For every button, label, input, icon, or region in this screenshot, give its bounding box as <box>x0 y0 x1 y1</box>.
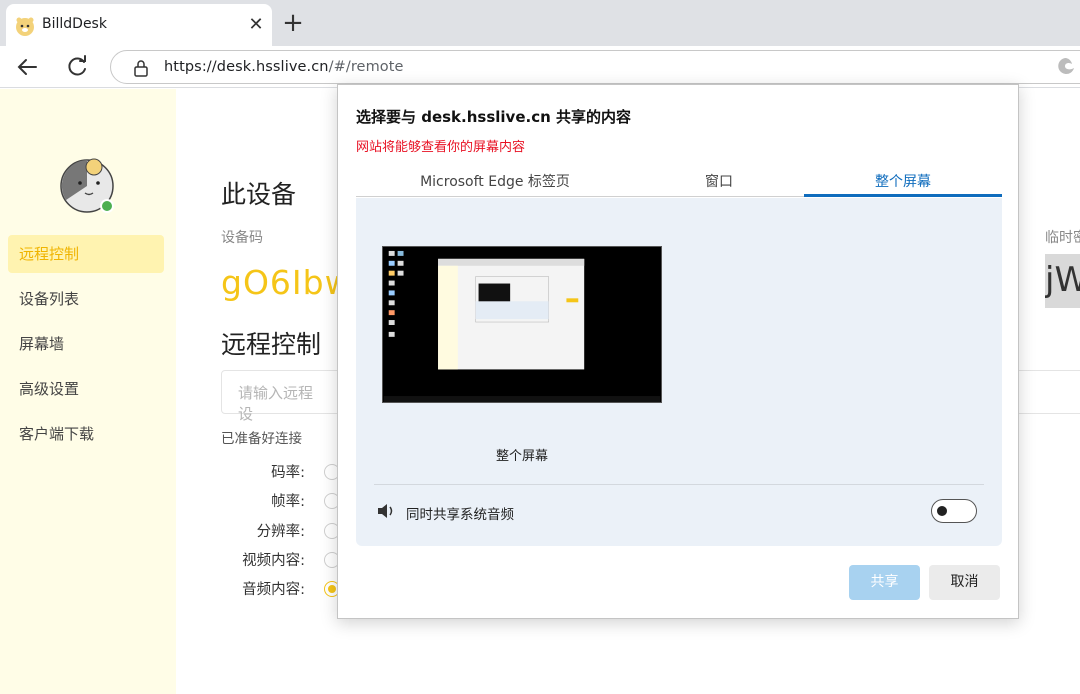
remote-control-heading: 远程控制 <box>221 330 322 359</box>
tab-edge-tabs[interactable]: Microsoft Edge 标签页 <box>356 171 634 191</box>
back-arrow-icon[interactable] <box>12 52 42 82</box>
temp-password-input-edge[interactable] <box>1018 370 1080 414</box>
share-button[interactable]: 共享 <box>849 565 920 600</box>
ready-status: 已准备好连接 <box>221 431 302 447</box>
speaker-icon <box>378 504 393 518</box>
sidebar-item-client-download[interactable]: 客户端下载 <box>8 415 164 453</box>
device-code-label: 设备码 <box>221 230 263 246</box>
close-tab-icon[interactable]: ✕ <box>246 13 266 37</box>
temp-password-value: jW <box>1045 254 1080 308</box>
browser-tab-strip: BilldDesk ✕ + <box>0 0 1080 46</box>
system-audio-toggle[interactable] <box>931 499 977 523</box>
lock-icon[interactable] <box>131 58 151 78</box>
screen-thumbnail[interactable] <box>382 246 662 403</box>
remote-code-input[interactable]: 请输入远程设 <box>221 370 341 423</box>
address-bar[interactable]: https://desk.hsslive.cn/#/remote <box>110 50 1080 84</box>
device-heading: 此设备 <box>221 180 297 209</box>
cancel-button[interactable]: 取消 <box>929 565 1000 600</box>
option-label: 音频内容: <box>242 582 305 598</box>
new-tab-icon[interactable]: + <box>280 8 306 38</box>
option-label: 帧率: <box>271 494 305 510</box>
browser-tab[interactable]: BilldDesk ✕ <box>6 4 272 46</box>
tab-entire-screen[interactable]: 整个屏幕 <box>804 171 1002 191</box>
option-label: 分辨率: <box>256 524 305 540</box>
active-tab-indicator <box>804 194 1002 197</box>
online-status-dot <box>100 199 114 213</box>
dialog-warning: 网站将能够查看你的屏幕内容 <box>356 140 526 155</box>
temp-password-label: 临时密 <box>1045 230 1080 246</box>
sidebar-item-screen-wall[interactable]: 屏幕墙 <box>8 325 164 363</box>
share-content-panel: 整个屏幕 同时共享系统音频 <box>356 198 1002 546</box>
browser-toolbar: https://desk.hsslive.cn/#/remote <box>0 46 1080 88</box>
share-source-tabs: Microsoft Edge 标签页 窗口 整个屏幕 <box>356 165 1002 197</box>
thumbnail-caption: 整个屏幕 <box>496 449 549 464</box>
tab-window[interactable]: 窗口 <box>634 171 804 191</box>
sidebar-item-advanced-settings[interactable]: 高级设置 <box>8 370 164 408</box>
hamster-favicon-icon <box>16 17 34 36</box>
screen-share-dialog: 选择要与 desk.hsslive.cn 共享的内容 网站将能够查看你的屏幕内容… <box>337 84 1019 619</box>
url-text: https://desk.hsslive.cn/#/remote <box>164 59 404 75</box>
option-label: 视频内容: <box>242 553 305 569</box>
system-audio-label: 同时共享系统音频 <box>406 507 514 523</box>
panel-divider <box>374 484 984 485</box>
sidebar-item-device-list[interactable]: 设备列表 <box>8 280 164 318</box>
toggle-knob <box>937 506 947 516</box>
edge-logo-icon[interactable] <box>1056 56 1076 76</box>
dialog-title: 选择要与 desk.hsslive.cn 共享的内容 <box>356 108 631 126</box>
sidebar: 远程控制 设备列表 屏幕墙 高级设置 客户端下载 <box>0 89 176 694</box>
device-code-value: gO6Ibw <box>221 263 353 302</box>
option-label: 码率: <box>271 465 305 481</box>
sidebar-item-remote-control[interactable]: 远程控制 <box>8 235 164 273</box>
refresh-icon[interactable] <box>62 52 92 82</box>
tab-title: BilldDesk <box>42 16 107 32</box>
